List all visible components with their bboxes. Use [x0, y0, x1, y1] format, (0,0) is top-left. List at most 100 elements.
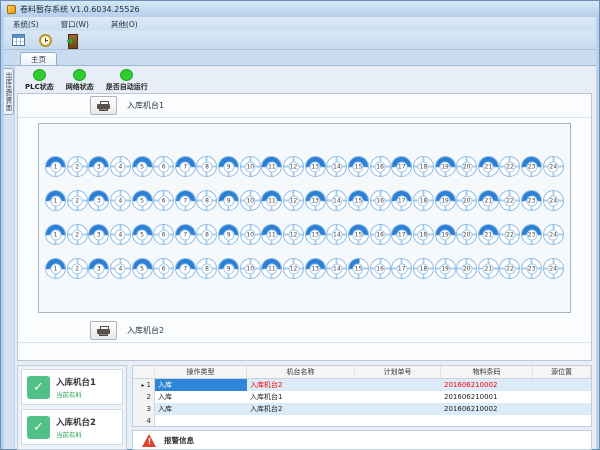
roll-position[interactable]: 13	[305, 190, 326, 211]
roll-position[interactable]: 23	[521, 258, 542, 279]
roll-position[interactable]: 19	[435, 156, 456, 177]
roll-position[interactable]: 14	[326, 156, 347, 177]
roll-position[interactable]: 13	[305, 156, 326, 177]
roll-position[interactable]: 15	[348, 258, 369, 279]
roll-position[interactable]: 11	[261, 224, 282, 245]
roll-position[interactable]: 2	[67, 258, 88, 279]
roll-position[interactable]: 12	[283, 224, 304, 245]
roll-position[interactable]: 8	[196, 224, 217, 245]
roll-position[interactable]: 8	[196, 156, 217, 177]
roll-position[interactable]: 16	[370, 224, 391, 245]
roll-position[interactable]: 19	[435, 258, 456, 279]
roll-position[interactable]: 9	[218, 258, 239, 279]
cell-barcode[interactable]: 201606210002	[441, 403, 533, 415]
tab-home[interactable]: 主页	[20, 52, 57, 65]
roll-position[interactable]: 22	[499, 190, 520, 211]
roll-position[interactable]: 23	[521, 224, 542, 245]
roll-position[interactable]: 9	[218, 224, 239, 245]
roll-position[interactable]: 4	[110, 258, 131, 279]
cell-barcode[interactable]: 201606210001	[441, 391, 533, 403]
roll-position[interactable]: 6	[153, 190, 174, 211]
cell-plan-no[interactable]	[355, 403, 441, 415]
roll-position[interactable]: 7	[175, 156, 196, 177]
roll-position[interactable]: 11	[261, 258, 282, 279]
roll-position[interactable]: 6	[153, 156, 174, 177]
roll-position[interactable]: 22	[499, 258, 520, 279]
menu-item-other[interactable]: 其他(O)	[108, 18, 141, 31]
clock-tool-button[interactable]	[36, 32, 54, 48]
cell-op-type[interactable]	[155, 415, 247, 427]
roll-position[interactable]: 20	[456, 224, 477, 245]
roll-position[interactable]: 6	[153, 258, 174, 279]
roll-position[interactable]: 14	[326, 258, 347, 279]
machine-status-card-2[interactable]: ✓入库机台2当前有料	[21, 409, 123, 445]
roll-position[interactable]: 9	[218, 190, 239, 211]
roll-position[interactable]: 4	[110, 224, 131, 245]
roll-position[interactable]: 4	[110, 156, 131, 177]
roll-position[interactable]: 2	[67, 156, 88, 177]
roll-position[interactable]: 10	[240, 224, 261, 245]
roll-position[interactable]: 18	[413, 156, 434, 177]
roll-position[interactable]: 5	[132, 258, 153, 279]
cell-source-pos[interactable]	[533, 379, 591, 391]
cell-op-type[interactable]: 入库	[155, 391, 247, 403]
roll-position[interactable]: 14	[326, 190, 347, 211]
roll-position[interactable]: 14	[326, 224, 347, 245]
table-row[interactable]: 2入库入库机台1201606210001	[133, 391, 591, 403]
roll-position[interactable]: 17	[391, 156, 412, 177]
roll-position[interactable]: 3	[88, 258, 109, 279]
roll-position[interactable]: 10	[240, 156, 261, 177]
roll-position[interactable]: 18	[413, 190, 434, 211]
roll-position[interactable]: 3	[88, 156, 109, 177]
roll-position[interactable]: 22	[499, 224, 520, 245]
cell-machine-name[interactable]	[247, 415, 355, 427]
roll-position[interactable]: 11	[261, 156, 282, 177]
cell-plan-no[interactable]	[355, 391, 441, 403]
roll-position[interactable]: 24	[543, 258, 564, 279]
roll-position[interactable]: 3	[88, 224, 109, 245]
roll-position[interactable]: 13	[305, 258, 326, 279]
roll-position[interactable]: 7	[175, 224, 196, 245]
roll-position[interactable]: 24	[543, 156, 564, 177]
roll-position[interactable]: 19	[435, 224, 456, 245]
roll-position[interactable]: 15	[348, 190, 369, 211]
roll-position[interactable]: 15	[348, 156, 369, 177]
roll-position[interactable]: 17	[391, 258, 412, 279]
cell-source-pos[interactable]	[533, 391, 591, 403]
titlebar[interactable]: 卷料暂存系统 V1.0.6034.25526	[1, 1, 599, 17]
roll-position[interactable]: 17	[391, 224, 412, 245]
roll-position[interactable]: 1	[45, 258, 66, 279]
roll-position[interactable]: 5	[132, 156, 153, 177]
roll-position[interactable]: 12	[283, 190, 304, 211]
roll-position[interactable]: 16	[370, 156, 391, 177]
roll-position[interactable]: 10	[240, 258, 261, 279]
cell-source-pos[interactable]	[533, 415, 591, 427]
cell-machine-name[interactable]: 入库机台2	[247, 379, 355, 391]
cell-op-type[interactable]: 入库	[155, 379, 247, 391]
roll-position[interactable]: 5	[132, 224, 153, 245]
roll-position[interactable]: 12	[283, 156, 304, 177]
dock-tab-outbound-monitor[interactable]: 出库监控界面	[4, 68, 14, 115]
roll-position[interactable]: 8	[196, 190, 217, 211]
roll-position[interactable]: 21	[478, 156, 499, 177]
cell-barcode[interactable]	[441, 415, 533, 427]
roll-position[interactable]: 15	[348, 224, 369, 245]
roll-position[interactable]: 20	[456, 190, 477, 211]
roll-position[interactable]: 6	[153, 224, 174, 245]
roll-position[interactable]: 4	[110, 190, 131, 211]
roll-position[interactable]: 17	[391, 190, 412, 211]
roll-position[interactable]: 10	[240, 190, 261, 211]
roll-position[interactable]: 22	[499, 156, 520, 177]
roll-position[interactable]: 23	[521, 190, 542, 211]
cell-machine-name[interactable]: 入库机台1	[247, 391, 355, 403]
roll-position[interactable]: 18	[413, 258, 434, 279]
machine-status-card-1[interactable]: ✓入库机台1当前有料	[21, 369, 123, 405]
menu-item-system[interactable]: 系统(S)	[10, 18, 42, 31]
table-row[interactable]: ▸1入库入库机台2201606210002	[133, 379, 591, 391]
cell-source-pos[interactable]	[533, 403, 591, 415]
roll-position[interactable]: 21	[478, 190, 499, 211]
roll-position[interactable]: 23	[521, 156, 542, 177]
cell-plan-no[interactable]	[355, 379, 441, 391]
roll-position[interactable]: 7	[175, 190, 196, 211]
table-row[interactable]: 3入库入库机台2201606210002	[133, 403, 591, 415]
